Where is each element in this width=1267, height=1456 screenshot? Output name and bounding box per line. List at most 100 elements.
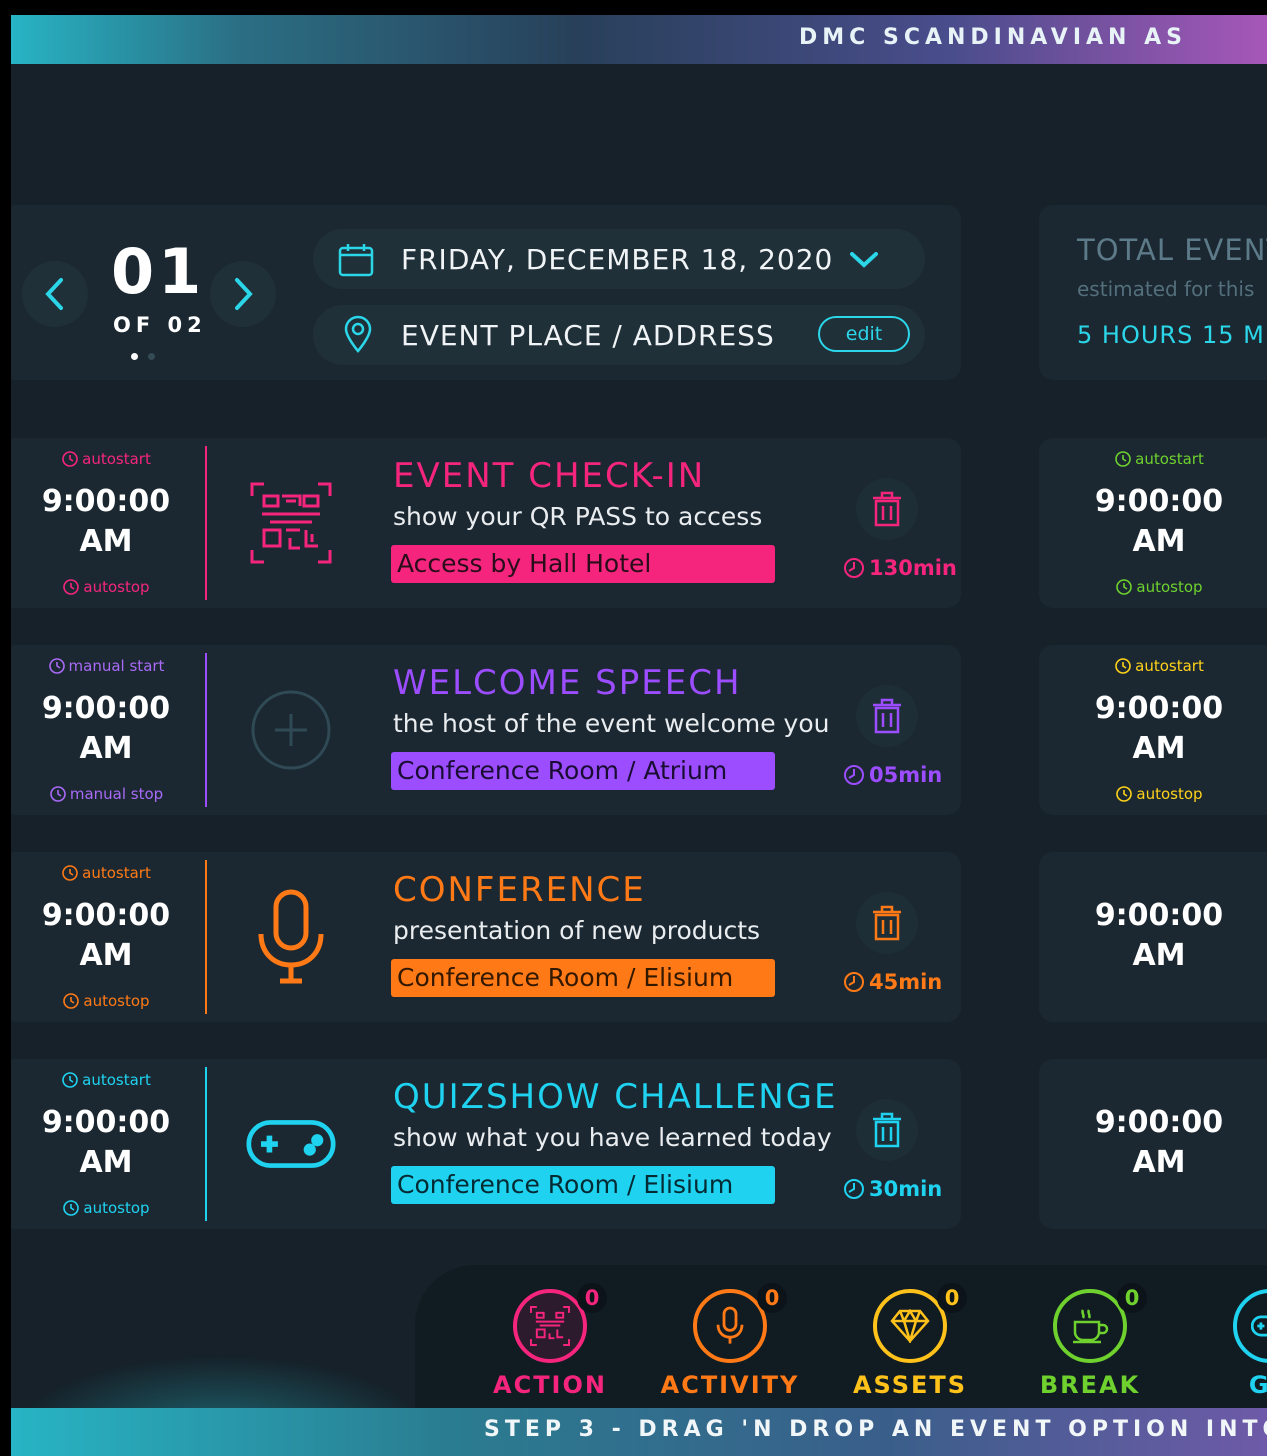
duration: 30min bbox=[843, 1177, 942, 1201]
time-ampm: AM bbox=[79, 938, 133, 973]
time-value: 9:00:00 bbox=[41, 1105, 171, 1140]
clock-icon bbox=[1116, 786, 1133, 802]
delete-button[interactable] bbox=[856, 478, 918, 540]
summary-title: TOTAL EVENT bbox=[1077, 233, 1267, 267]
app-window: DMC SCANDINAVIAN AS FRIDAY, DECEMBER 18,… bbox=[11, 15, 1267, 1456]
start-time: 9:00:00 AM bbox=[1064, 689, 1254, 769]
delete-button[interactable] bbox=[856, 685, 918, 747]
clock-icon bbox=[63, 579, 80, 595]
start-mode[interactable]: autostart bbox=[1064, 450, 1254, 468]
tool-label: BREAK bbox=[1039, 1371, 1141, 1399]
time-value: 9:00:00 bbox=[41, 691, 171, 726]
event-card[interactable]: manual start 9:00:00 AM manual stop WELCO… bbox=[11, 645, 961, 815]
event-card-next-day[interactable]: autostart 9:00:00 AM autostop bbox=[1039, 438, 1267, 608]
trash-icon bbox=[873, 698, 901, 734]
tool-action[interactable]: 0 ACTION bbox=[475, 1283, 625, 1399]
start-mode-label: autostart bbox=[82, 864, 151, 882]
timer-icon bbox=[844, 1179, 864, 1199]
event-subtitle: show what you have learned today bbox=[393, 1123, 832, 1152]
summary-subtitle: estimated for this bbox=[1077, 277, 1255, 301]
microphone-icon bbox=[246, 889, 336, 984]
chevron-down-icon bbox=[850, 252, 878, 268]
stop-mode[interactable]: autostop bbox=[11, 1199, 201, 1217]
time-ampm: AM bbox=[79, 731, 133, 766]
event-date: FRIDAY, DECEMBER 18, 2020 bbox=[401, 243, 834, 276]
stop-mode[interactable]: manual stop bbox=[11, 785, 201, 803]
start-mode-label: autostart bbox=[82, 1071, 151, 1089]
start-mode[interactable]: autostart bbox=[11, 450, 201, 468]
diamond-icon: 0 bbox=[873, 1283, 967, 1363]
event-card[interactable]: autostart 9:00:00 AM autostop EVENT CHECK… bbox=[11, 438, 961, 608]
prev-page-button[interactable] bbox=[22, 261, 88, 327]
event-card[interactable]: autostart 9:00:00 AM autostop QUIZSHOW CH… bbox=[11, 1059, 961, 1229]
start-mode-label: autostart bbox=[82, 450, 151, 468]
add-icon[interactable] bbox=[246, 685, 336, 775]
edit-place-button[interactable]: edit bbox=[818, 316, 910, 352]
divider bbox=[205, 860, 207, 1014]
tool-activity[interactable]: 0 ACTIVITY bbox=[655, 1283, 805, 1399]
start-time: 9:00:00 AM bbox=[11, 689, 201, 769]
stop-mode[interactable]: autostop bbox=[1064, 578, 1254, 596]
date-selector[interactable]: FRIDAY, DECEMBER 18, 2020 bbox=[313, 229, 925, 289]
time-value: 9:00:00 bbox=[1094, 1105, 1224, 1140]
time-column: autostart 9:00:00 AM autostop bbox=[1064, 645, 1254, 815]
delete-button[interactable] bbox=[856, 1099, 918, 1161]
timer-icon bbox=[844, 558, 864, 578]
time-column: autostart 9:00:00 AM autostop bbox=[11, 1059, 201, 1229]
event-card-next-day[interactable]: 9:00:00 AM bbox=[1039, 852, 1267, 1022]
stop-mode[interactable]: autostop bbox=[1064, 785, 1254, 803]
duration: 130min bbox=[843, 556, 957, 580]
clock-icon bbox=[62, 451, 78, 467]
next-page-button[interactable] bbox=[210, 261, 276, 327]
stop-mode-label: manual stop bbox=[69, 785, 164, 803]
location-pin-icon bbox=[344, 315, 372, 353]
duration-value: 130min bbox=[869, 556, 957, 580]
time-ampm: AM bbox=[1132, 731, 1186, 766]
start-mode[interactable]: manual start bbox=[11, 657, 201, 675]
tool-assets[interactable]: 0 ASSETS bbox=[835, 1283, 985, 1399]
tool-label: ACTION bbox=[493, 1371, 607, 1399]
start-time: 9:00:00 AM bbox=[11, 1103, 201, 1183]
event-location[interactable]: Conference Room / Atrium bbox=[391, 752, 775, 790]
chevron-left-icon bbox=[45, 278, 63, 310]
stop-mode-label: autostop bbox=[83, 1199, 150, 1217]
page-dots bbox=[131, 353, 155, 360]
stop-mode-label: autostop bbox=[83, 578, 150, 596]
event-title: EVENT CHECK-IN bbox=[393, 456, 706, 496]
clock-icon bbox=[62, 1072, 78, 1088]
delete-button[interactable] bbox=[856, 892, 918, 954]
start-mode[interactable]: autostart bbox=[11, 1071, 201, 1089]
microphone-icon: 0 bbox=[693, 1283, 787, 1363]
clock-icon bbox=[1115, 658, 1131, 674]
time-ampm: AM bbox=[1132, 938, 1186, 973]
trash-icon bbox=[873, 905, 901, 941]
stop-mode-label: autostop bbox=[1136, 785, 1203, 803]
divider bbox=[205, 446, 207, 600]
event-title: WELCOME SPEECH bbox=[393, 663, 742, 703]
tool-count: 0 bbox=[577, 1283, 607, 1313]
time-column: 9:00:00 AM bbox=[1064, 852, 1254, 1022]
event-card-next-day[interactable]: 9:00:00 AM bbox=[1039, 1059, 1267, 1229]
start-mode[interactable]: autostart bbox=[11, 864, 201, 882]
tool-game[interactable]: GA bbox=[1195, 1289, 1267, 1399]
start-time: 9:00:00 AM bbox=[1064, 1103, 1254, 1183]
summary-total-time: 5 HOURS 15 M bbox=[1077, 321, 1265, 349]
event-place: EVENT PLACE / ADDRESS bbox=[401, 319, 775, 352]
tool-break[interactable]: 0 BREAK bbox=[1015, 1283, 1165, 1399]
event-card[interactable]: autostart 9:00:00 AM autostop CONFERENCE … bbox=[11, 852, 961, 1022]
time-value: 9:00:00 bbox=[1094, 898, 1224, 933]
event-location[interactable]: Conference Room / Elisium bbox=[391, 959, 775, 997]
timer-icon bbox=[844, 765, 864, 785]
clock-icon bbox=[1116, 579, 1133, 595]
stop-mode[interactable]: autostop bbox=[11, 992, 201, 1010]
event-location[interactable]: Conference Room / Elisium bbox=[391, 1166, 775, 1204]
stop-mode[interactable]: autostop bbox=[11, 578, 201, 596]
start-mode[interactable]: autostart bbox=[1064, 657, 1254, 675]
clock-icon bbox=[63, 993, 80, 1009]
page-dot[interactable] bbox=[148, 353, 155, 360]
start-time: 9:00:00 AM bbox=[1064, 482, 1254, 562]
qr-code-icon: 0 bbox=[513, 1283, 607, 1363]
event-location[interactable]: Access by Hall Hotel bbox=[391, 545, 775, 583]
event-card-next-day[interactable]: autostart 9:00:00 AM autostop bbox=[1039, 645, 1267, 815]
page-dot-active[interactable] bbox=[131, 353, 138, 360]
